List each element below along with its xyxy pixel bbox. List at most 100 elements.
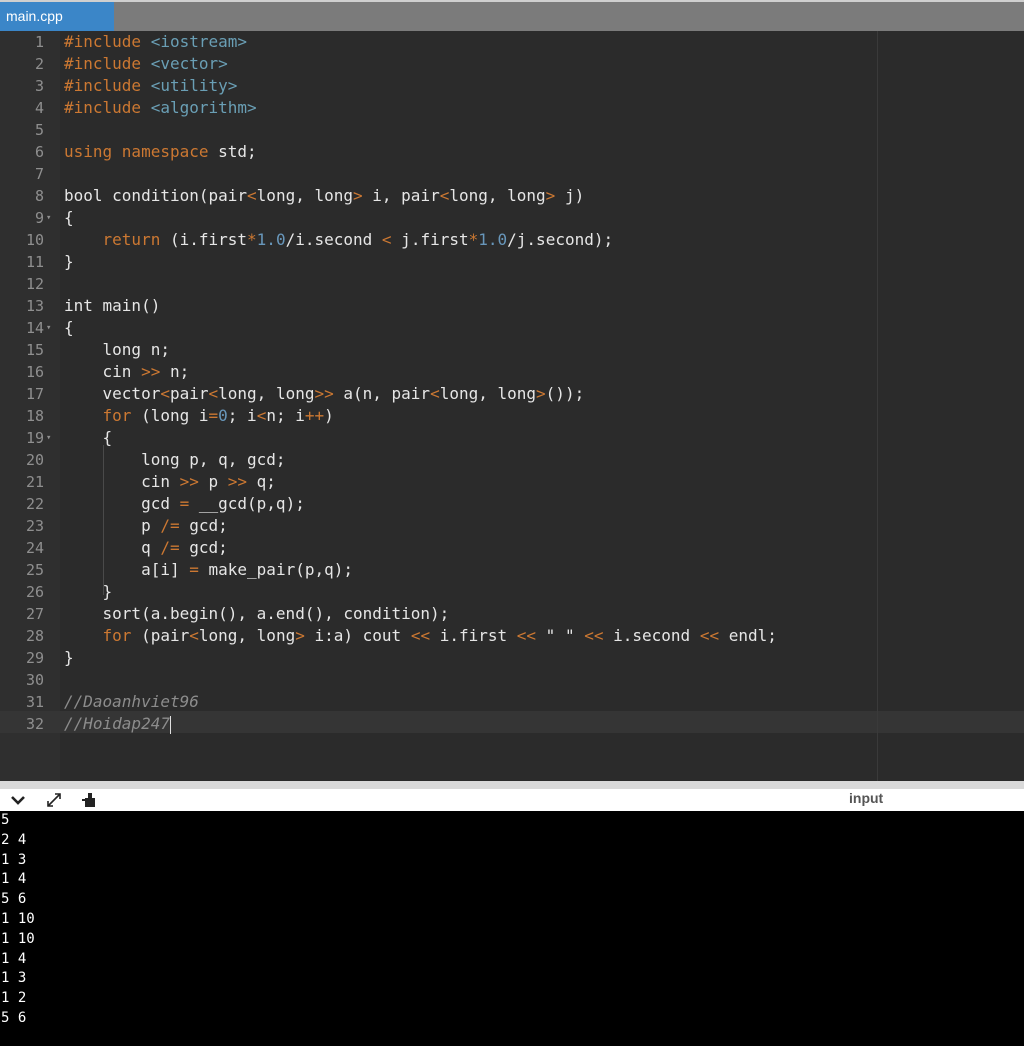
- code-token: i.first: [430, 626, 517, 645]
- code-text: return (i.first*1.0/i.second < j.first*1…: [64, 229, 614, 251]
- output-line: 2 4: [1, 831, 27, 848]
- code-line[interactable]: 31 //Daoanhviet96: [0, 691, 1024, 713]
- code-token: #include: [64, 32, 151, 51]
- code-line[interactable]: 13 int main(): [0, 295, 1024, 317]
- code-token: (i.first: [160, 230, 248, 249]
- line-number: 15: [25, 341, 44, 359]
- code-line[interactable]: 25 a[i] = make_pair(p,q);: [0, 559, 1024, 581]
- code-line[interactable]: 14 ▾ {: [0, 317, 1024, 339]
- code-line[interactable]: 8 bool condition(pair<long, long> i, pair…: [0, 185, 1024, 207]
- code-line[interactable]: 28 for (pair<long, long> i:a) cout << i.…: [0, 625, 1024, 647]
- code-token: /=: [160, 516, 180, 535]
- code-text: cin >> p >> q;: [64, 471, 276, 493]
- line-number: 31: [25, 693, 44, 711]
- fold-toggle-icon[interactable]: ▾: [46, 317, 58, 339]
- code-editor[interactable]: 1 #include <iostream> 2 #include <vector> 3 #…: [0, 31, 1024, 781]
- code-line[interactable]: 10 return (i.first*1.0/i.second < j.firs…: [0, 229, 1024, 251]
- code-line[interactable]: 3 #include <utility>: [0, 75, 1024, 97]
- fold-toggle-icon[interactable]: ▾: [46, 427, 58, 449]
- code-token: p: [64, 516, 161, 535]
- code-token: >: [295, 626, 305, 645]
- input-label[interactable]: input: [849, 789, 883, 807]
- code-line[interactable]: 1 #include <iostream>: [0, 31, 1024, 53]
- line-number: 27: [25, 605, 44, 623]
- code-token: q;: [247, 472, 276, 491]
- code-line[interactable]: 6 using namespace std;: [0, 141, 1024, 163]
- code-token: i.second: [603, 626, 700, 645]
- code-token: <vector>: [150, 54, 228, 73]
- line-number: 13: [25, 297, 44, 315]
- line-number: 30: [25, 671, 44, 689]
- code-token: long n;: [64, 340, 170, 359]
- code-text: vector<pair<long, long>> a(n, pair<long,…: [64, 383, 585, 405]
- clear-icon[interactable]: [79, 791, 99, 809]
- code-line[interactable]: 19 ▾ {: [0, 427, 1024, 449]
- code-token: {: [64, 318, 74, 337]
- code-token: #include: [64, 54, 151, 73]
- code-line[interactable]: 27 sort(a.begin(), a.end(), condition);: [0, 603, 1024, 625]
- expand-icon[interactable]: [44, 791, 64, 809]
- line-number: 18: [25, 407, 44, 425]
- code-line[interactable]: 18 for (long i=0; i<n; i++): [0, 405, 1024, 427]
- code-token: for: [102, 626, 132, 645]
- code-line[interactable]: 17 vector<pair<long, long>> a(n, pair<lo…: [0, 383, 1024, 405]
- line-number: 9: [34, 209, 44, 227]
- code-token: >>: [227, 472, 248, 491]
- code-token: j): [555, 186, 585, 205]
- code-token: *: [247, 230, 257, 249]
- code-line[interactable]: 7: [0, 163, 1024, 185]
- code-token: >: [545, 186, 556, 205]
- code-token: gcd;: [179, 538, 228, 557]
- console-output: 5 2 4 1 3 1 4 5 6 1 10 1 10 1 4 1 3 1 2 5 6: [0, 811, 1024, 1046]
- code-line[interactable]: 11}: [0, 251, 1024, 273]
- code-token: ());: [545, 384, 585, 403]
- code-line[interactable]: 16 cin >> n;: [0, 361, 1024, 383]
- chevron-down-icon[interactable]: [8, 791, 28, 809]
- fold-toggle-icon[interactable]: ▾: [46, 207, 58, 229]
- line-number: 26: [25, 583, 44, 601]
- code-token: i, pair: [362, 186, 440, 205]
- code-line[interactable]: 12: [0, 273, 1024, 295]
- code-token: <: [160, 384, 170, 403]
- code-token: vector: [64, 384, 161, 403]
- code-line[interactable]: 29}: [0, 647, 1024, 669]
- code-line[interactable]: 22 gcd = __gcd(p,q);: [0, 493, 1024, 515]
- code-line[interactable]: 5: [0, 119, 1024, 141]
- panel-divider[interactable]: [0, 781, 1024, 789]
- line-number: 10: [25, 231, 44, 249]
- code-token: <utility>: [150, 76, 238, 95]
- code-line[interactable]: 26 }: [0, 581, 1024, 603]
- code-lines: 1 #include <iostream> 2 #include <vector> 3 #…: [0, 31, 1024, 735]
- code-line[interactable]: 15 long n;: [0, 339, 1024, 361]
- code-token: q: [64, 538, 161, 557]
- code-line[interactable]: 4 #include <algorithm>: [0, 97, 1024, 119]
- code-line[interactable]: 32 //Hoidap247: [0, 713, 1024, 735]
- line-number: 3: [34, 77, 44, 95]
- code-token: >>: [314, 384, 334, 403]
- code-line[interactable]: 23 p /= gcd;: [0, 515, 1024, 537]
- code-token: int main(): [64, 296, 161, 315]
- line-number: 28: [25, 627, 44, 645]
- code-token: ): [324, 406, 334, 425]
- line-number: 19: [25, 429, 44, 447]
- code-line[interactable]: 24 q /= gcd;: [0, 537, 1024, 559]
- code-line[interactable]: 21 cin >> p >> q;: [0, 471, 1024, 493]
- tab-main-cpp[interactable]: main.cpp: [0, 2, 114, 31]
- line-number: 6: [34, 143, 44, 161]
- line-number: 21: [25, 473, 44, 491]
- code-text: q /= gcd;: [64, 537, 228, 559]
- code-token: i:a) cout: [304, 626, 411, 645]
- line-number: 5: [34, 121, 44, 139]
- line-number: 7: [34, 165, 44, 183]
- code-line[interactable]: 20 long p, q, gcd;: [0, 449, 1024, 471]
- code-line[interactable]: 9 ▾ {: [0, 207, 1024, 229]
- code-text: //Daoanhviet96: [64, 691, 199, 713]
- line-number: 2: [34, 55, 44, 73]
- code-token: #include: [64, 76, 151, 95]
- code-text: #include <utility>: [64, 75, 237, 97]
- code-token: 1.0: [478, 230, 508, 249]
- code-line[interactable]: 30: [0, 669, 1024, 691]
- code-line[interactable]: 2 #include <vector>: [0, 53, 1024, 75]
- code-token: =: [189, 560, 199, 579]
